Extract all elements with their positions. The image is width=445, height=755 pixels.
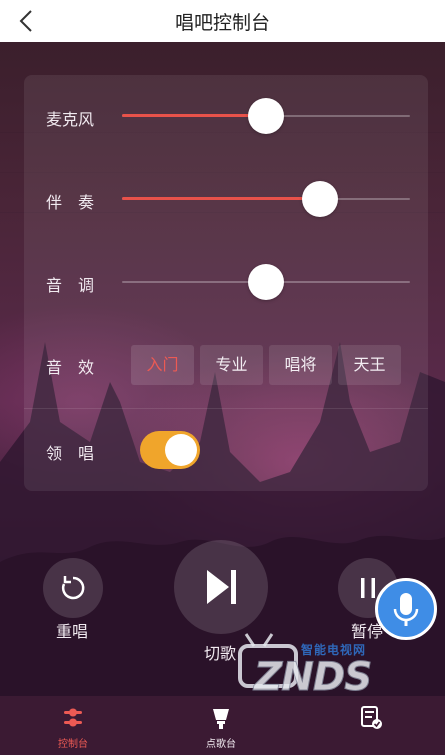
toggle-thumb: [165, 434, 197, 466]
mic-volume-slider[interactable]: [122, 98, 410, 134]
tab-control-panel[interactable]: 控制台: [42, 696, 104, 755]
slider-fill: [122, 197, 320, 200]
replay-icon: [61, 576, 85, 600]
page-title: 唱吧控制台: [174, 12, 270, 34]
effect-option-singer[interactable]: 唱将: [269, 345, 332, 385]
sound-effect-label: 音 效: [46, 358, 95, 377]
slider-knob[interactable]: [248, 98, 284, 134]
mic-volume-label: 麦克风: [46, 110, 95, 129]
slider-knob[interactable]: [248, 264, 284, 300]
control-panel: 麦克风 伴 奏 音 调 音 效 入门 专业 唱将 天王 领 唱: [24, 75, 428, 491]
tab-song-list[interactable]: [340, 696, 402, 755]
replay-label: 重唱: [56, 622, 89, 641]
accompaniment-volume-slider[interactable]: [122, 181, 410, 217]
effect-option-king[interactable]: 天王: [338, 345, 401, 385]
song-list-icon: [361, 706, 382, 729]
microphone-icon: [393, 593, 419, 626]
lead-vocal-label: 领 唱: [46, 444, 95, 463]
pitch-slider[interactable]: [122, 264, 410, 300]
slider-fill: [122, 114, 266, 117]
skip-next-icon: [207, 570, 236, 604]
lead-vocal-toggle[interactable]: [140, 431, 200, 469]
microphone-stand-icon: [213, 709, 229, 729]
watermark-brand: ZNDS: [253, 655, 372, 701]
next-song-label: 切歌: [204, 644, 237, 663]
effect-option-beginner[interactable]: 入门: [131, 345, 194, 385]
control-panel-icon: [64, 708, 82, 727]
accompaniment-volume-label: 伴 奏: [46, 193, 95, 212]
replay-button[interactable]: [43, 558, 103, 618]
tab-label: 控制台: [58, 739, 88, 750]
next-song-button[interactable]: [174, 540, 268, 634]
pitch-label: 音 调: [46, 276, 95, 295]
nav-header: 唱吧控制台: [0, 0, 445, 42]
panel-divider: [24, 408, 428, 409]
voice-mic-button[interactable]: [375, 578, 437, 640]
effect-option-pro[interactable]: 专业: [200, 345, 263, 385]
bottom-tab-bar: 控制台 点歌台: [0, 696, 445, 755]
tab-song-request[interactable]: 点歌台: [190, 696, 252, 755]
slider-knob[interactable]: [302, 181, 338, 217]
tab-label: 点歌台: [206, 739, 236, 750]
